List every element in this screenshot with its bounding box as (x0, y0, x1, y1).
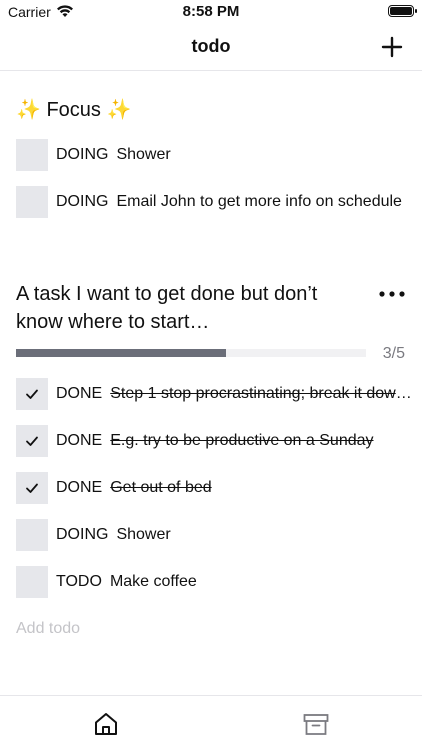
focus-task-row: DOING Email John to get more info on sch… (16, 186, 412, 218)
nav-bar: todo (0, 24, 422, 71)
status-bar: Carrier 8:58 PM (0, 0, 422, 24)
tab-bar (0, 695, 422, 751)
checkmark-icon (26, 389, 38, 399)
task-checkbox[interactable] (16, 186, 48, 218)
task-checkbox-checked[interactable] (16, 425, 48, 457)
task-text[interactable]: Email John to get more info on schedule (116, 193, 402, 211)
task-status: DOING (56, 526, 109, 543)
focus-section-title: ✨ Focus ✨ (16, 99, 132, 121)
progress-fill (16, 349, 226, 357)
task-status: DOING (56, 193, 109, 210)
task-status: DONE (56, 479, 103, 496)
project-title: A task I want to get done but don’t know… (16, 283, 318, 333)
task-checkbox-checked[interactable] (16, 378, 48, 410)
checkmark-icon (26, 436, 38, 446)
task-checkbox[interactable] (16, 566, 48, 598)
task-checkbox[interactable] (16, 519, 48, 551)
task-status: DOING (56, 146, 109, 163)
more-icon[interactable] (378, 288, 406, 300)
project-task-row: DOING Shower (16, 519, 412, 551)
task-text[interactable]: Shower (116, 526, 170, 544)
task-text[interactable]: Shower (116, 146, 170, 164)
task-status: DONE (56, 385, 103, 402)
progress-count: 3/5 (382, 345, 405, 362)
project-task-row: DONE E.g. try to be productive on a Sund… (16, 425, 412, 457)
project-task-row: DONE Step 1 stop procrastinating; break … (16, 378, 412, 410)
task-text[interactable]: Step 1 stop procrastinating; break it do… (110, 385, 412, 403)
task-checkbox-checked[interactable] (16, 472, 48, 504)
project-task-row: DONE Get out of bed (16, 472, 412, 504)
task-status: DONE (56, 432, 103, 449)
progress-bar (16, 349, 366, 357)
battery-icon (388, 5, 417, 17)
page-title: todo (191, 36, 231, 56)
plus-icon[interactable] (380, 35, 404, 59)
archive-icon[interactable] (302, 710, 330, 738)
task-text[interactable]: Get out of bed (110, 479, 211, 497)
home-icon[interactable] (92, 710, 120, 738)
task-checkbox[interactable] (16, 139, 48, 171)
clock: 8:58 PM (182, 3, 240, 20)
task-text[interactable]: Make coffee (110, 573, 197, 591)
focus-task-row: DOING Shower (16, 139, 412, 171)
checkmark-icon (26, 483, 38, 493)
task-status: TODO (56, 573, 102, 590)
add-todo-input[interactable] (16, 620, 396, 638)
project-task-row: TODO Make coffee (16, 566, 412, 598)
task-text[interactable]: E.g. try to be productive on a Sunday (110, 432, 373, 450)
